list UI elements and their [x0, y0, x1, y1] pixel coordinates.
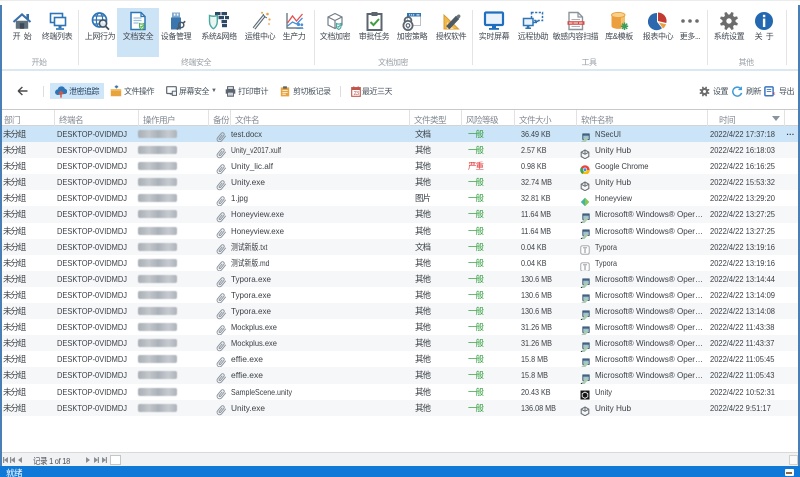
svg-text:23: 23	[353, 90, 359, 96]
